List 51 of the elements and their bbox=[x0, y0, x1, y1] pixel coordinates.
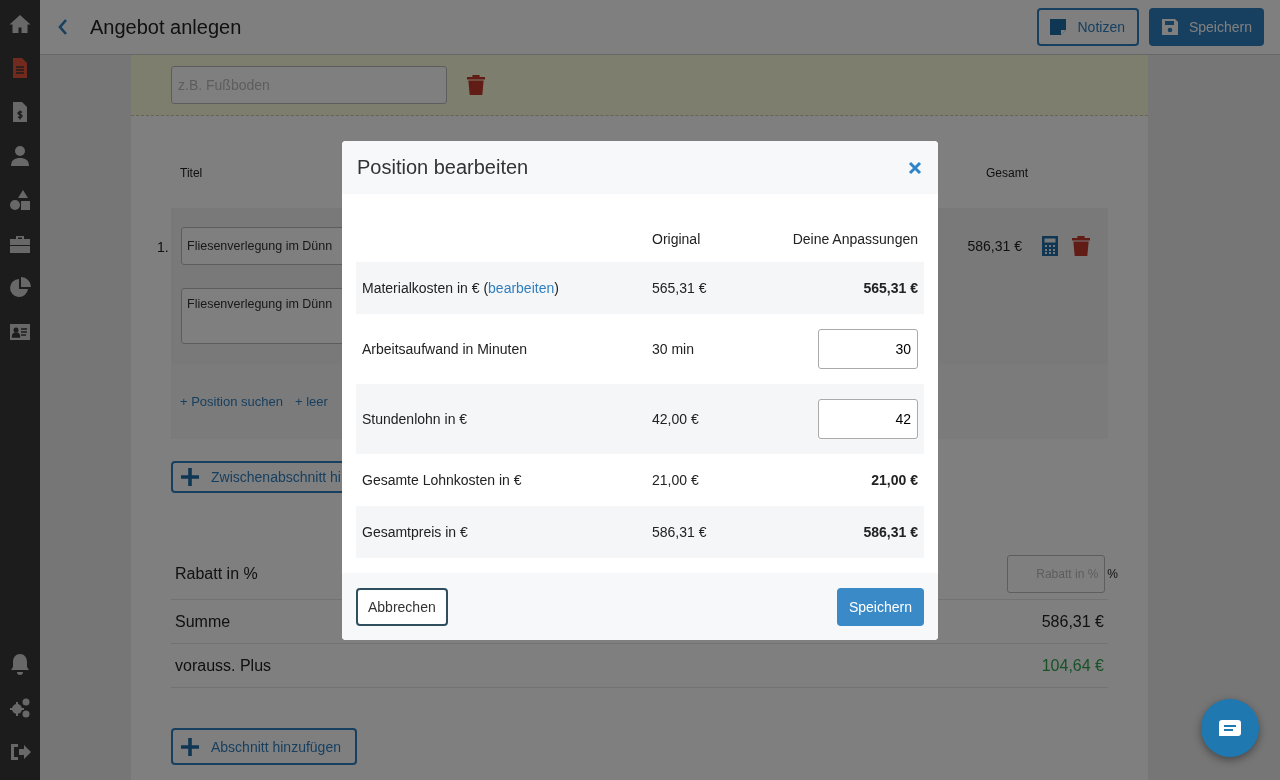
original-value: 42,00 € bbox=[652, 411, 699, 427]
adjusted-value: 565,31 € bbox=[863, 280, 918, 296]
save-icon bbox=[1160, 18, 1179, 36]
original-value: 565,31 € bbox=[652, 280, 707, 296]
column-header: Gesamt bbox=[986, 166, 1028, 180]
add-position-link[interactable]: + Position suchen bbox=[180, 394, 283, 409]
value-field[interactable]: 30 bbox=[818, 329, 918, 369]
close-icon[interactable] bbox=[908, 160, 922, 175]
shapes-icon[interactable] bbox=[8, 188, 32, 212]
add-position-link[interactable]: + leer bbox=[295, 394, 328, 409]
adjusted-value: 21,00 € bbox=[871, 472, 918, 488]
person-icon[interactable] bbox=[8, 144, 32, 168]
back-icon[interactable] bbox=[58, 19, 68, 35]
column-header: Titel bbox=[180, 166, 203, 180]
plus-icon bbox=[181, 468, 199, 486]
row-label: Arbeitsaufwand in Minuten bbox=[362, 341, 527, 357]
percent-unit: % bbox=[1107, 566, 1118, 581]
original-value: 586,31 € bbox=[652, 524, 707, 540]
calculator-icon[interactable] bbox=[1042, 236, 1058, 256]
row-label: Materialkosten in € (bearbeiten) bbox=[362, 280, 559, 296]
trash-icon[interactable] bbox=[467, 75, 485, 95]
total-label: Summe bbox=[175, 612, 231, 631]
adjusted-value: 586,31 € bbox=[863, 524, 918, 540]
value-field[interactable]: 42 bbox=[818, 399, 918, 439]
column-header: Original bbox=[652, 231, 701, 247]
column-header: Deine Anpassungen bbox=[792, 231, 918, 247]
discount-label: Rabatt in % bbox=[175, 564, 258, 583]
save-button[interactable]: Speichern bbox=[1148, 8, 1264, 46]
row-label: Gesamtpreis in € bbox=[362, 524, 468, 540]
cancel-button[interactable]: Abbrechen bbox=[356, 587, 448, 626]
original-value: 21,00 € bbox=[652, 472, 699, 488]
total-value: 586,31 € bbox=[1041, 612, 1104, 631]
position-number: 1. bbox=[157, 238, 170, 257]
total-value: 104,64 € bbox=[1041, 656, 1104, 675]
trash-icon[interactable] bbox=[1072, 236, 1090, 256]
pie-icon[interactable] bbox=[8, 276, 32, 300]
save-button[interactable]: Speichern bbox=[836, 587, 924, 626]
page-title: Angebot anlegen bbox=[90, 15, 243, 39]
position-total: 586,31 € bbox=[967, 238, 1022, 254]
chat-icon bbox=[1219, 720, 1241, 736]
bell-icon[interactable] bbox=[8, 652, 32, 676]
edit-link[interactable]: bearbeiten bbox=[488, 280, 555, 296]
notes-button[interactable]: Notizen bbox=[1037, 8, 1139, 46]
total-label: vorauss. Plus bbox=[175, 656, 272, 675]
row-label: Stundenlohn in € bbox=[362, 411, 468, 427]
dialog-title: Position bearbeiten bbox=[357, 156, 529, 179]
plus-icon bbox=[181, 737, 199, 756]
original-value: 30 min bbox=[652, 341, 695, 357]
home-icon[interactable] bbox=[8, 12, 32, 36]
add-section-button[interactable]: Abschnitt hinzufügen bbox=[171, 728, 357, 765]
note-icon bbox=[1049, 18, 1068, 36]
